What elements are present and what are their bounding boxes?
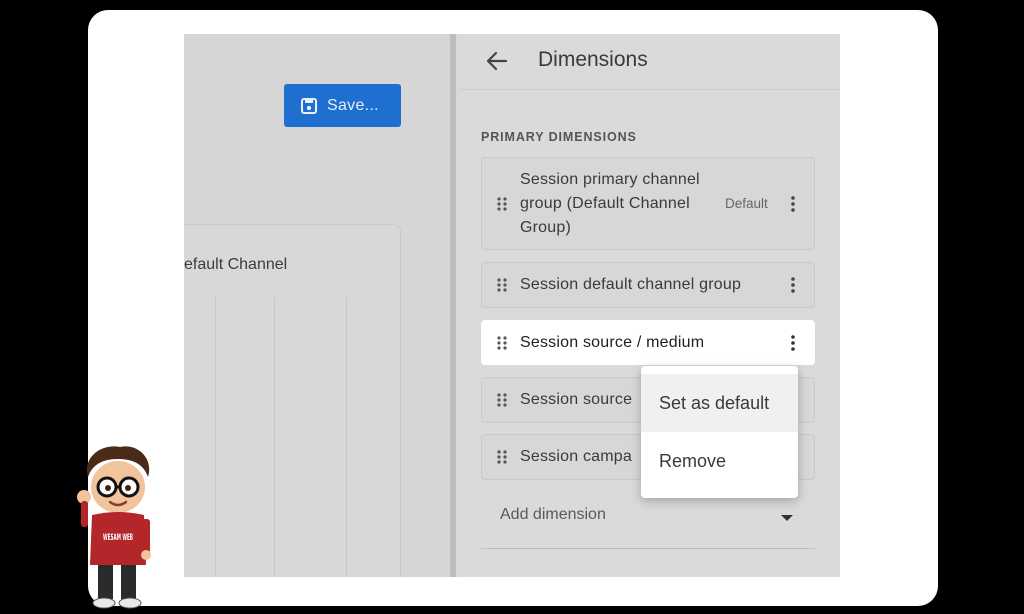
dimension-row[interactable]: Session default channel group [481, 262, 815, 308]
section-label: PRIMARY DIMENSIONS [481, 130, 637, 144]
dimension-label: Session default channel group [520, 276, 742, 293]
column-divider [346, 297, 347, 577]
save-icon [301, 97, 317, 114]
save-button[interactable]: Save... [284, 84, 401, 127]
more-vert-icon[interactable] [789, 276, 797, 294]
mascot-shirt-text: WESAM WEB [103, 533, 133, 543]
pane-divider [450, 34, 456, 577]
menu-item-set-as-default[interactable]: Set as default [641, 374, 798, 432]
report-area: Save... efault Channel [184, 34, 450, 577]
dimension-row[interactable]: Session primary channel group (Default C… [481, 157, 815, 250]
mascot-character: WESAM WEB [77, 446, 151, 609]
row-context-menu: Set as default Remove [641, 366, 798, 498]
default-badge: Default [725, 196, 768, 211]
dimension-label: Session source [520, 391, 633, 408]
more-vert-icon[interactable] [789, 195, 797, 213]
column-divider [215, 297, 216, 577]
panel-title: Dimensions [538, 48, 648, 71]
dimension-label: Session source / medium [520, 334, 705, 351]
drag-handle-icon[interactable] [496, 392, 508, 408]
menu-item-remove[interactable]: Remove [641, 432, 798, 490]
dimension-label: Session campa [520, 448, 632, 465]
add-dimension-label: Add dimension [500, 506, 606, 523]
save-button-label: Save... [327, 96, 379, 114]
column-divider [274, 297, 275, 577]
drag-handle-icon[interactable] [496, 449, 508, 465]
add-dimension-select[interactable]: Add dimension [481, 491, 815, 549]
drag-handle-icon[interactable] [496, 196, 508, 212]
dimension-label-line: Group) [520, 219, 571, 236]
panel-header: Dimensions [460, 34, 840, 90]
dropdown-caret-icon [781, 515, 793, 521]
dimension-label-line: Session primary channel [520, 171, 700, 188]
drag-handle-icon[interactable] [496, 277, 508, 293]
more-vert-icon[interactable] [789, 334, 797, 352]
report-card-title: efault Channel [184, 256, 288, 273]
dimension-row-active[interactable]: Session source / medium [481, 320, 815, 365]
report-card: efault Channel [184, 224, 401, 577]
dimension-label-line: group (Default Channel [520, 195, 690, 212]
dimension-label: Session primary channel group (Default C… [520, 168, 700, 240]
drag-handle-icon[interactable] [496, 335, 508, 351]
back-arrow-icon[interactable] [484, 48, 510, 74]
